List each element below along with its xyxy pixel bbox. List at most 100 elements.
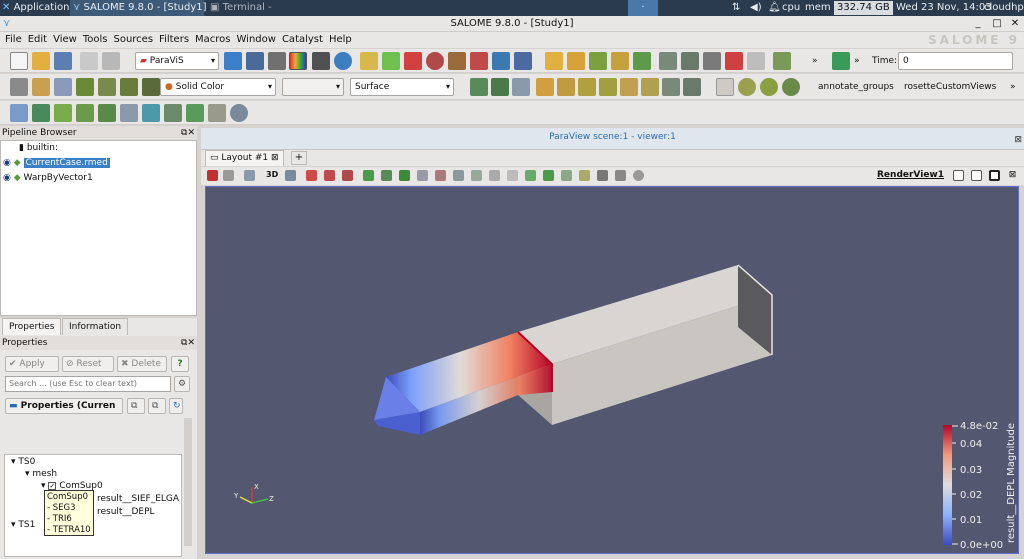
record-icon[interactable] [703,52,721,70]
clear-selection-icon[interactable] [489,170,500,181]
slice-filter-icon[interactable] [76,104,94,122]
cpu-monitor[interactable]: cpu [782,0,800,16]
view-plus-y-icon[interactable] [578,78,596,96]
view-minus-x-icon[interactable] [557,78,575,96]
copy-properties-icon[interactable]: ⧉ [127,398,145,414]
menu-help[interactable]: Help [326,32,355,48]
tab-layout-1[interactable]: ▭ Layout #1 ⊠ [205,150,284,166]
reset-button[interactable]: ⊘ Reset [62,356,114,372]
geom-icon[interactable] [246,52,264,70]
tree-item-sief-elga[interactable]: result__SIEF_ELGA [97,493,179,506]
tab-properties[interactable]: Properties [2,318,62,335]
tree-item-ts1[interactable]: ▾ TS1 [11,519,35,532]
calculator-filter-icon[interactable] [10,104,28,122]
grow-selection-icon[interactable] [453,170,464,181]
checkbox-checked-icon[interactable]: ✓ [48,482,57,490]
toggle-3d-button[interactable]: 3D [266,170,278,179]
tool-icon[interactable] [470,52,488,70]
first-frame-icon[interactable] [832,52,850,70]
query-icon[interactable] [561,170,572,181]
clip-filter-icon[interactable] [54,104,72,122]
yacs-icon[interactable] [312,52,330,70]
paravis-module-icon[interactable] [289,52,307,70]
menu-macros[interactable]: Macros [192,32,233,48]
menu-window[interactable]: Window [234,32,279,48]
close-view-icon[interactable]: ⊠ [1007,170,1018,181]
interactive-select-icon[interactable] [399,170,410,181]
properties-search-input[interactable]: Search ... (use Esc to clear text) [5,376,171,392]
warp-vector-icon[interactable] [186,104,204,122]
paste-properties-icon[interactable]: ⧉ [148,398,166,414]
toolbar-overflow-button[interactable]: » [812,52,818,70]
copy-icon[interactable] [80,52,98,70]
extract-subset-icon[interactable] [120,104,138,122]
network-icon[interactable]: ⇅ [732,0,740,16]
ruler-icon[interactable] [32,78,50,96]
capture-icon[interactable] [207,170,218,181]
cube-icon[interactable] [382,52,400,70]
render-view-label[interactable]: RenderView1 [877,170,944,180]
reset-camera-icon[interactable] [470,78,488,96]
gear-icon[interactable]: ⚙ [174,376,190,392]
save-icon[interactable] [54,52,72,70]
reset-center-icon[interactable] [760,78,778,96]
hammer-icon[interactable] [448,52,466,70]
view-plus-z-icon[interactable] [620,78,638,96]
representation-combo[interactable]: Surface ▾ [350,78,454,96]
split-horizontal-icon[interactable] [953,170,964,181]
volume-icon[interactable]: ◀) [750,0,762,16]
select-polygon-icon[interactable] [363,170,374,181]
lock-icon[interactable] [54,78,72,96]
pick-center-icon[interactable] [716,78,734,96]
pipeline-item-currentcase[interactable]: ◉ ◆ CurrentCase.rmed [3,157,110,170]
camera-icon[interactable] [659,52,677,70]
download-icon[interactable] [589,52,607,70]
add-layout-tab-button[interactable]: + [291,151,307,165]
help-button[interactable]: ? [171,356,189,372]
menu-edit[interactable]: Edit [25,32,50,48]
pipeline-item-warpbyvector[interactable]: ◉ ◆ WarpByVector1 [3,172,93,185]
paste-icon[interactable] [102,52,120,70]
contour-filter-icon[interactable] [32,104,50,122]
select-points-on-icon[interactable] [324,170,335,181]
menu-sources[interactable]: Sources [110,32,156,48]
time-input[interactable]: 0 [898,52,1013,70]
state-icon[interactable] [611,52,629,70]
toolbar-overflow-button-2[interactable]: » [854,52,860,70]
rotation-center-icon[interactable] [782,78,800,96]
select-cells-on-icon[interactable] [306,170,317,181]
undo-icon[interactable] [725,52,743,70]
menu-filters[interactable]: Filters [156,32,192,48]
close-tab-icon[interactable]: ⊠ [271,153,279,163]
properties-scrollbar[interactable] [184,418,192,546]
homard-icon[interactable] [492,52,510,70]
view-minus-z-icon[interactable] [641,78,659,96]
export-folder-icon[interactable] [567,52,585,70]
smesh-icon[interactable] [268,52,286,70]
component-combo[interactable]: ▾ [282,78,344,96]
taskbar-terminal[interactable]: ▣ Terminal - [210,0,340,16]
annotate-groups-button[interactable]: annotate_groups [818,78,894,96]
split-vertical-icon[interactable] [971,170,982,181]
shrink-selection-icon[interactable] [471,170,482,181]
help-query-icon[interactable] [579,170,590,181]
tab-information[interactable]: Information [62,318,129,335]
pipeline-item-builtin[interactable]: ▮ builtin: [19,142,58,155]
notification-icon[interactable]: 🔔︎ [768,0,781,16]
camera-link-icon[interactable] [285,170,296,181]
jobmanager-icon[interactable] [334,52,352,70]
threshold-filter-icon[interactable] [98,104,116,122]
interaction-mode-icon[interactable] [244,170,255,181]
arrow-left-right-icon[interactable] [76,78,94,96]
apply-button[interactable]: ✔ Apply [5,356,59,372]
tree-item-depl[interactable]: result__DEPL [97,506,155,519]
select-blocks-icon[interactable] [381,170,392,181]
python-shell-icon[interactable] [773,52,791,70]
edit-selection-icon[interactable] [507,170,518,181]
maximize-view-icon[interactable] [989,170,1000,181]
properties-group-toggle[interactable]: ▬ Properties (Curren [5,398,123,414]
hover-cells-icon[interactable] [435,170,446,181]
menu-view[interactable]: View [50,32,80,48]
color-combo[interactable]: ● Solid Color ▾ [160,78,276,96]
collapse-icon[interactable] [142,78,160,96]
